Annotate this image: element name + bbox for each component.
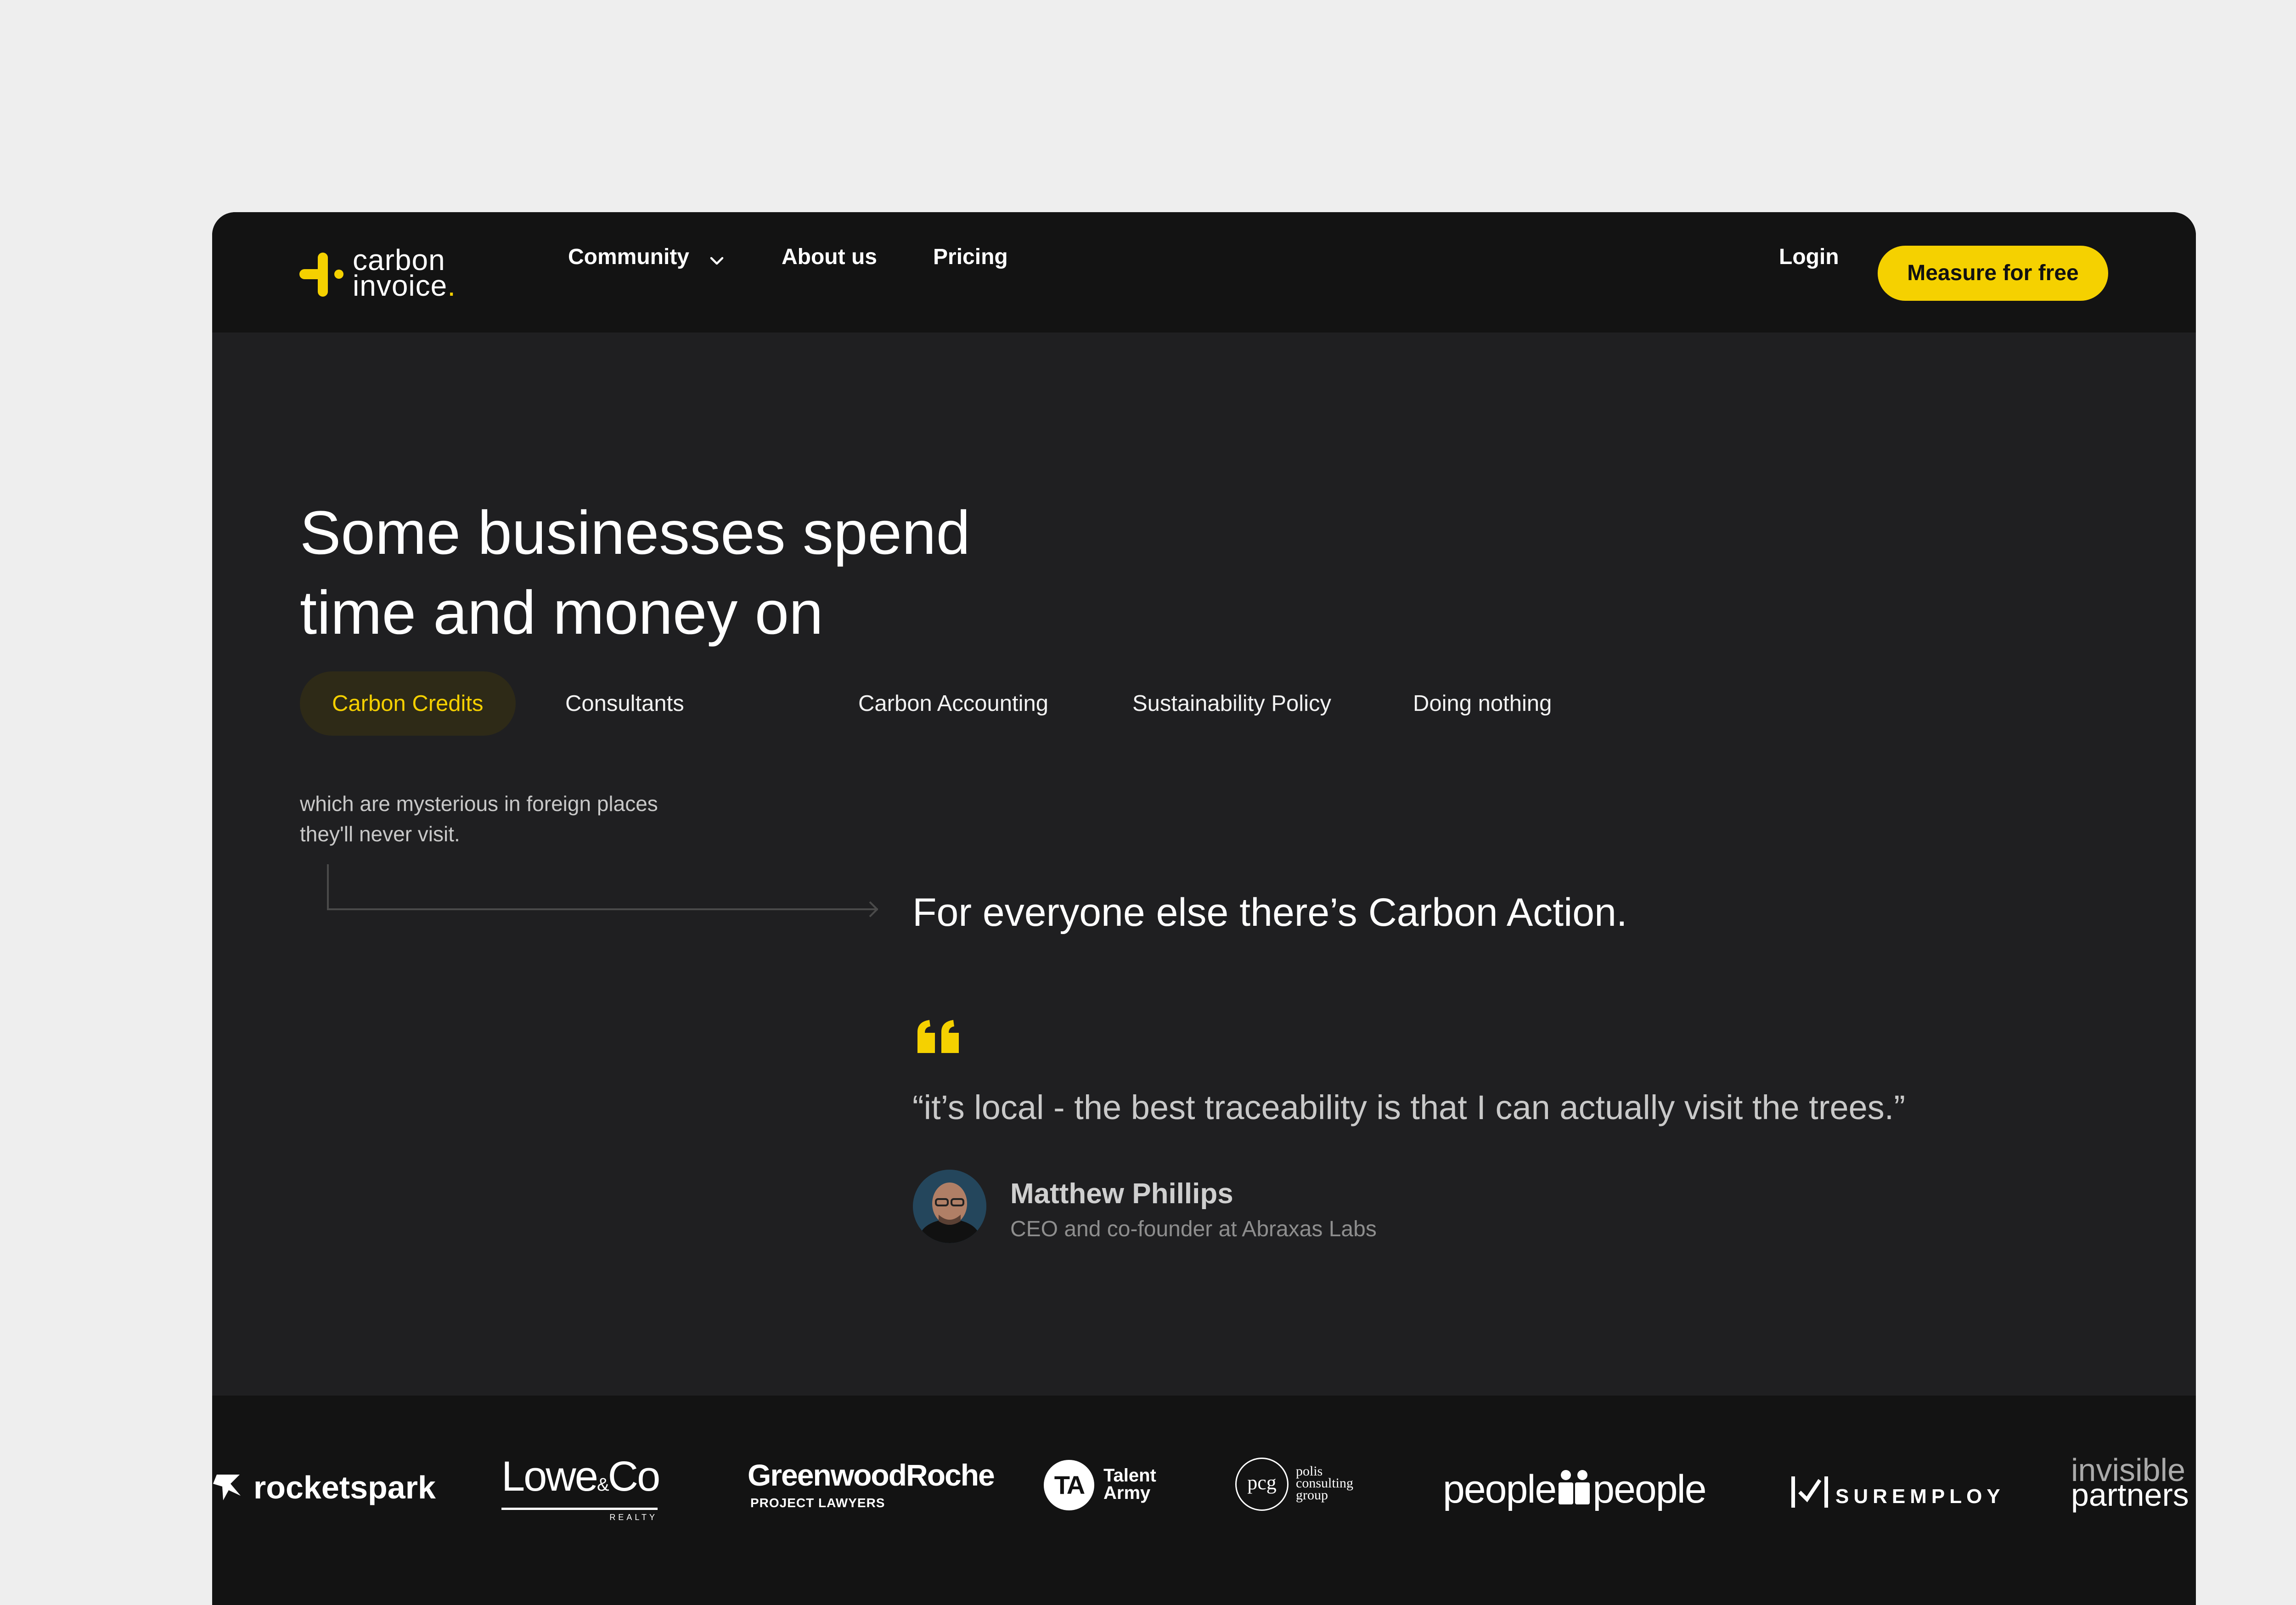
lowe-co-text: Co <box>608 1453 661 1500</box>
invisible-line-2: partners <box>2071 1477 2189 1513</box>
testimonial-author-role: CEO and co-founder at Abraxas Labs <box>1010 1217 1377 1241</box>
rocket-icon <box>213 1475 241 1500</box>
talent-army-line-2: Army <box>1103 1483 1151 1503</box>
people-figures-icon <box>1559 1470 1590 1504</box>
logo-dot: . <box>447 269 456 302</box>
suremploy-logo: SUREMPLOY <box>1790 1474 2005 1510</box>
suremploy-wordmark: SUREMPLOY <box>1835 1485 2005 1508</box>
talent-army-mark: TA <box>1044 1460 1094 1510</box>
tab-carbon-credits[interactable]: Carbon Credits <box>300 671 516 736</box>
person-avatar-icon <box>913 1170 986 1243</box>
polis-line-3: group <box>1296 1487 1328 1503</box>
tab-doing-nothing[interactable]: Doing nothing <box>1413 671 1552 736</box>
lowe-co-wordmark: Lowe&Co <box>501 1453 661 1506</box>
connector-arrow-icon <box>327 864 878 918</box>
tab-carbon-accounting[interactable]: Carbon Accounting <box>858 671 1048 736</box>
carbon-action-tagline: For everyone else there’s Carbon Action. <box>912 890 1627 935</box>
lowe-co-logo: Lowe&Co REALTY <box>501 1453 661 1522</box>
people-people-logo: people people <box>1443 1467 1707 1512</box>
lowe-amp-text: & <box>597 1475 609 1495</box>
testimonial-quote: “it’s local - the best traceability is t… <box>912 1088 1905 1126</box>
avatar <box>913 1170 986 1243</box>
tab-consultants[interactable]: Consultants <box>565 671 684 736</box>
testimonial-author-name: Matthew Phillips <box>1010 1178 1233 1210</box>
chevron-down-icon <box>710 257 724 265</box>
polis-consulting-wordmark: polis consulting group <box>1296 1464 1353 1503</box>
rocketspark-wordmark: rocketspark <box>253 1470 436 1505</box>
quote-icon <box>917 1020 959 1053</box>
logo-word-invoice: invoice. <box>353 271 456 300</box>
lowe-co-underline <box>501 1508 658 1510</box>
measure-for-free-button[interactable]: Measure for free <box>1878 246 2108 301</box>
greenwood-roche-wordmark: GreenwoodRoche <box>748 1458 995 1492</box>
nav-item-community[interactable]: Community <box>568 246 724 268</box>
lowe-main-text: Lowe <box>501 1453 598 1500</box>
browser-frame: carbon invoice. Community About us Prici… <box>212 212 2196 1605</box>
hero-headline-line-2: time and money on <box>300 579 823 647</box>
nav-item-pricing[interactable]: Pricing <box>933 246 1008 268</box>
greenwood-roche-subtitle: PROJECT LAWYERS <box>750 1496 885 1510</box>
hero-headline-line-1: Some businesses spend <box>300 499 970 567</box>
login-link[interactable]: Login <box>1779 246 1839 268</box>
client-logo-strip: rocketspark Lowe&Co REALTY GreenwoodRoch… <box>212 1396 2196 1605</box>
tab-description-line-2: they'll never visit. <box>300 822 460 846</box>
nav-item-community-label: Community <box>568 245 689 269</box>
carbon-invoice-logo[interactable]: carbon invoice. <box>299 245 483 302</box>
lowe-co-subtitle: REALTY <box>609 1513 658 1522</box>
rocketspark-logo: rocketspark <box>212 1469 436 1506</box>
people-right-text: people <box>1593 1467 1706 1511</box>
hero-headline: Some businesses spend time and money on <box>300 493 1126 653</box>
polis-consulting-mark: pcg <box>1235 1458 1289 1511</box>
invisible-partners-logo: invisible partners <box>2071 1454 2189 1513</box>
tab-description-line-1: which are mysterious in foreign places <box>300 792 658 816</box>
top-navigation: carbon invoice. Community About us Prici… <box>212 212 2196 332</box>
logo-wordmark: carbon invoice. <box>353 245 456 300</box>
plus-logo-icon <box>299 253 343 297</box>
talent-army-wordmark: Talent Army <box>1103 1465 1156 1503</box>
tab-sustainability-policy[interactable]: Sustainability Policy <box>1132 671 1331 736</box>
people-left-text: people <box>1443 1467 1557 1511</box>
nav-item-about-us[interactable]: About us <box>782 246 877 268</box>
tab-description: which are mysterious in foreign places t… <box>300 788 759 849</box>
logo-word-invoice-text: invoice <box>353 269 448 302</box>
talent-army-line-1: Talent <box>1103 1465 1156 1486</box>
greenwood-roche-logo: GreenwoodRoche PROJECT LAWYERS <box>748 1458 995 1510</box>
suremploy-check-icon <box>1791 1476 1828 1508</box>
